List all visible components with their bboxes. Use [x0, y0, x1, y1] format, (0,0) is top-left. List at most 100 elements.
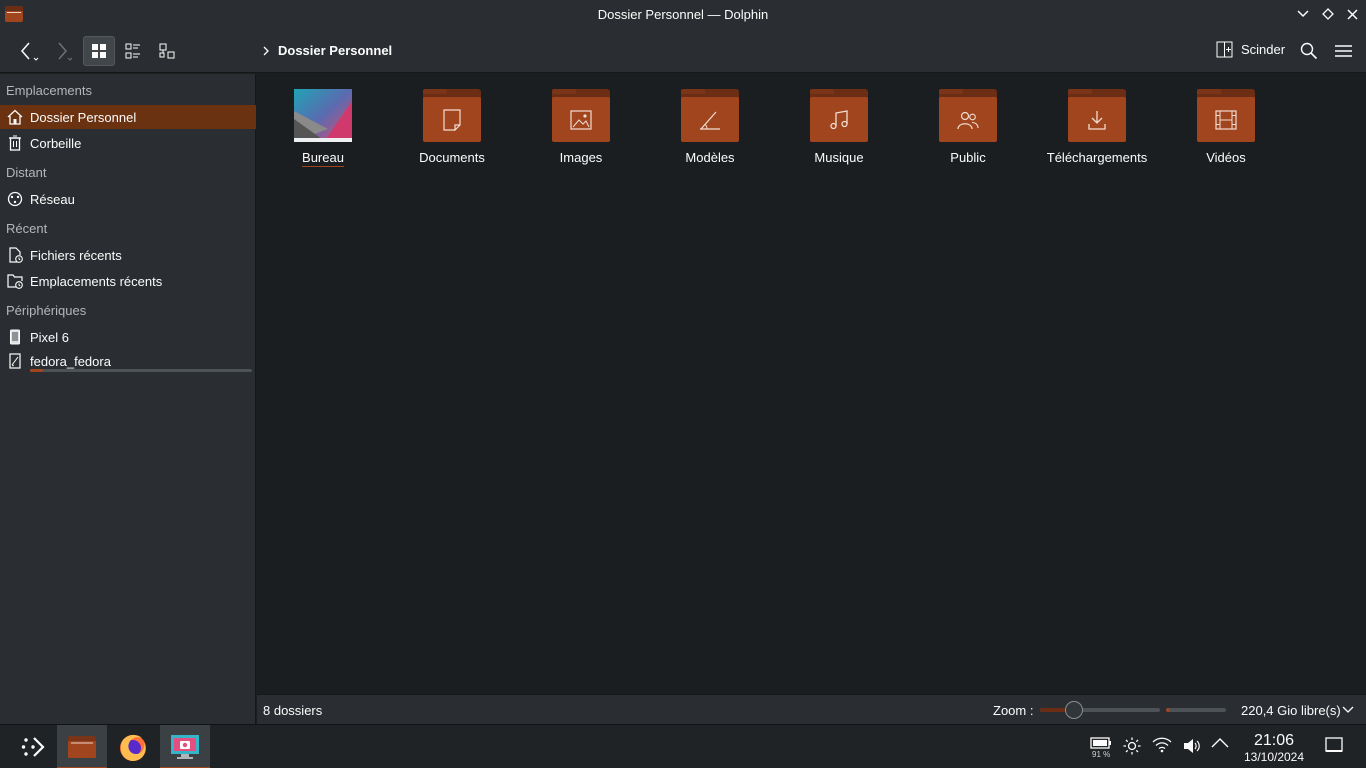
show-desktop-icon	[1325, 737, 1343, 752]
zoom-slider-handle[interactable]	[1064, 701, 1083, 719]
tree-view-button[interactable]	[152, 36, 182, 66]
wifi-button[interactable]	[1152, 737, 1172, 753]
place-label: Réseau	[30, 191, 75, 207]
details-view-icon	[125, 43, 140, 59]
launcher-button[interactable]	[8, 725, 58, 768]
file-label: Téléchargements	[1046, 150, 1148, 165]
place-recent-files[interactable]: Fichiers récents	[0, 243, 256, 267]
file-view[interactable]: Bureau Documents Images Modèles Musique	[257, 74, 1366, 694]
taskbar-firefox[interactable]	[108, 725, 158, 768]
brightness-icon	[1123, 737, 1141, 755]
drive-capacity-bar	[30, 369, 252, 372]
volume-icon	[1184, 739, 1200, 753]
back-button[interactable]	[12, 36, 42, 66]
title-bar: Dossier Personnel — Dolphin	[0, 0, 1366, 29]
hamburger-menu-icon	[1334, 45, 1352, 57]
tray-expand-icon	[1211, 738, 1229, 748]
brightness-button[interactable]	[1123, 737, 1141, 755]
clock[interactable]: 21:06 13/10/2024	[1236, 732, 1312, 764]
firefox-icon	[120, 734, 146, 761]
recent-locations-icon	[6, 272, 24, 290]
place-label: Fichiers récents	[30, 247, 122, 263]
forward-button[interactable]	[46, 36, 76, 66]
folder-documents-icon	[423, 89, 481, 142]
clock-time: 21:06	[1253, 732, 1295, 749]
battery-icon	[1090, 737, 1111, 749]
close-button[interactable]	[1342, 5, 1362, 23]
chevron-right-icon	[263, 46, 269, 55]
show-desktop-button[interactable]	[1325, 737, 1343, 753]
file-item-musique[interactable]: Musique	[779, 89, 899, 165]
section-header: Périphériques	[6, 303, 87, 318]
file-label: Vidéos	[1206, 150, 1246, 165]
icons-view-button[interactable]	[83, 36, 115, 66]
screenshot-icon	[171, 735, 199, 759]
split-icon	[1216, 41, 1233, 58]
launcher-icon	[21, 737, 45, 757]
home-icon	[6, 108, 24, 126]
trash-icon	[6, 134, 24, 152]
place-recent-locations[interactable]: Emplacements récents	[0, 269, 256, 293]
window-title: Dossier Personnel — Dolphin	[597, 7, 769, 22]
place-label: Dossier Personnel	[30, 109, 137, 125]
taskbar-screenshot[interactable]	[160, 725, 210, 768]
dolphin-icon	[68, 736, 96, 758]
place-pixel-6[interactable]: Pixel 6	[0, 325, 256, 349]
folder-music-icon	[810, 89, 868, 142]
section-header: Distant	[6, 165, 47, 180]
folder-public-icon	[939, 89, 997, 142]
breadcrumb-current[interactable]: Dossier Personnel	[278, 43, 392, 58]
item-count: 8 dossiers	[263, 703, 323, 718]
recent-files-icon	[6, 246, 24, 264]
taskbar: 91 % 21:06 13/10/2024	[0, 724, 1366, 768]
file-item-images[interactable]: Images	[521, 89, 641, 165]
tray-expand-button[interactable]	[1211, 737, 1229, 749]
minimize-button[interactable]	[1293, 5, 1313, 23]
taskbar-dolphin[interactable]	[57, 725, 107, 768]
zoom-slider[interactable]	[1040, 708, 1160, 712]
icons-view-icon	[92, 44, 106, 58]
file-label: Musique	[814, 150, 864, 165]
folder-videos-icon	[1197, 89, 1255, 142]
maximize-icon	[1322, 8, 1334, 20]
menu-button[interactable]	[1328, 36, 1358, 66]
file-item-telechargements[interactable]: Téléchargements	[1037, 89, 1157, 165]
folder-images-icon	[552, 89, 610, 142]
breadcrumb[interactable]: Dossier Personnel	[262, 43, 392, 58]
file-item-modeles[interactable]: Modèles	[650, 89, 770, 165]
place-trash[interactable]: Corbeille	[0, 131, 256, 155]
free-space-label[interactable]: 220,4 Gio libre(s)	[1241, 703, 1341, 718]
file-item-bureau[interactable]: Bureau	[263, 89, 383, 167]
file-label: Public	[950, 150, 986, 165]
place-label: Emplacements récents	[30, 273, 163, 289]
forward-icon	[58, 42, 73, 61]
network-icon	[6, 190, 24, 208]
free-space-bar	[1166, 708, 1226, 712]
file-label: Modèles	[685, 150, 735, 165]
volume-button[interactable]	[1183, 737, 1201, 755]
place-label: Corbeille	[30, 135, 82, 151]
status-bar: 8 dossiers Zoom : 220,4 Gio libre(s)	[257, 694, 1366, 724]
battery-button[interactable]	[1090, 737, 1112, 751]
chevron-down-icon[interactable]	[1342, 702, 1354, 719]
tree-view-icon	[159, 43, 175, 59]
file-item-documents[interactable]: Documents	[392, 89, 512, 165]
details-view-button[interactable]	[118, 36, 148, 66]
file-item-public[interactable]: Public	[908, 89, 1028, 165]
folder-downloads-icon	[1068, 89, 1126, 142]
section-header: Récent	[6, 221, 48, 236]
place-home[interactable]: Dossier Personnel	[0, 105, 256, 129]
drive-icon	[6, 352, 24, 370]
file-item-videos[interactable]: Vidéos	[1166, 89, 1286, 165]
file-label: Images	[559, 150, 603, 165]
maximize-button[interactable]	[1318, 5, 1338, 23]
split-button[interactable]: Scinder	[1216, 41, 1285, 58]
back-icon	[21, 42, 39, 61]
file-label: Bureau	[302, 150, 344, 167]
search-button[interactable]	[1294, 36, 1324, 66]
minimize-icon	[1297, 10, 1309, 18]
place-network[interactable]: Réseau	[0, 187, 256, 211]
battery-percentage: 91 %	[1092, 750, 1111, 759]
desktop-thumbnail	[294, 89, 352, 142]
dolphin-folder-icon	[5, 6, 23, 22]
